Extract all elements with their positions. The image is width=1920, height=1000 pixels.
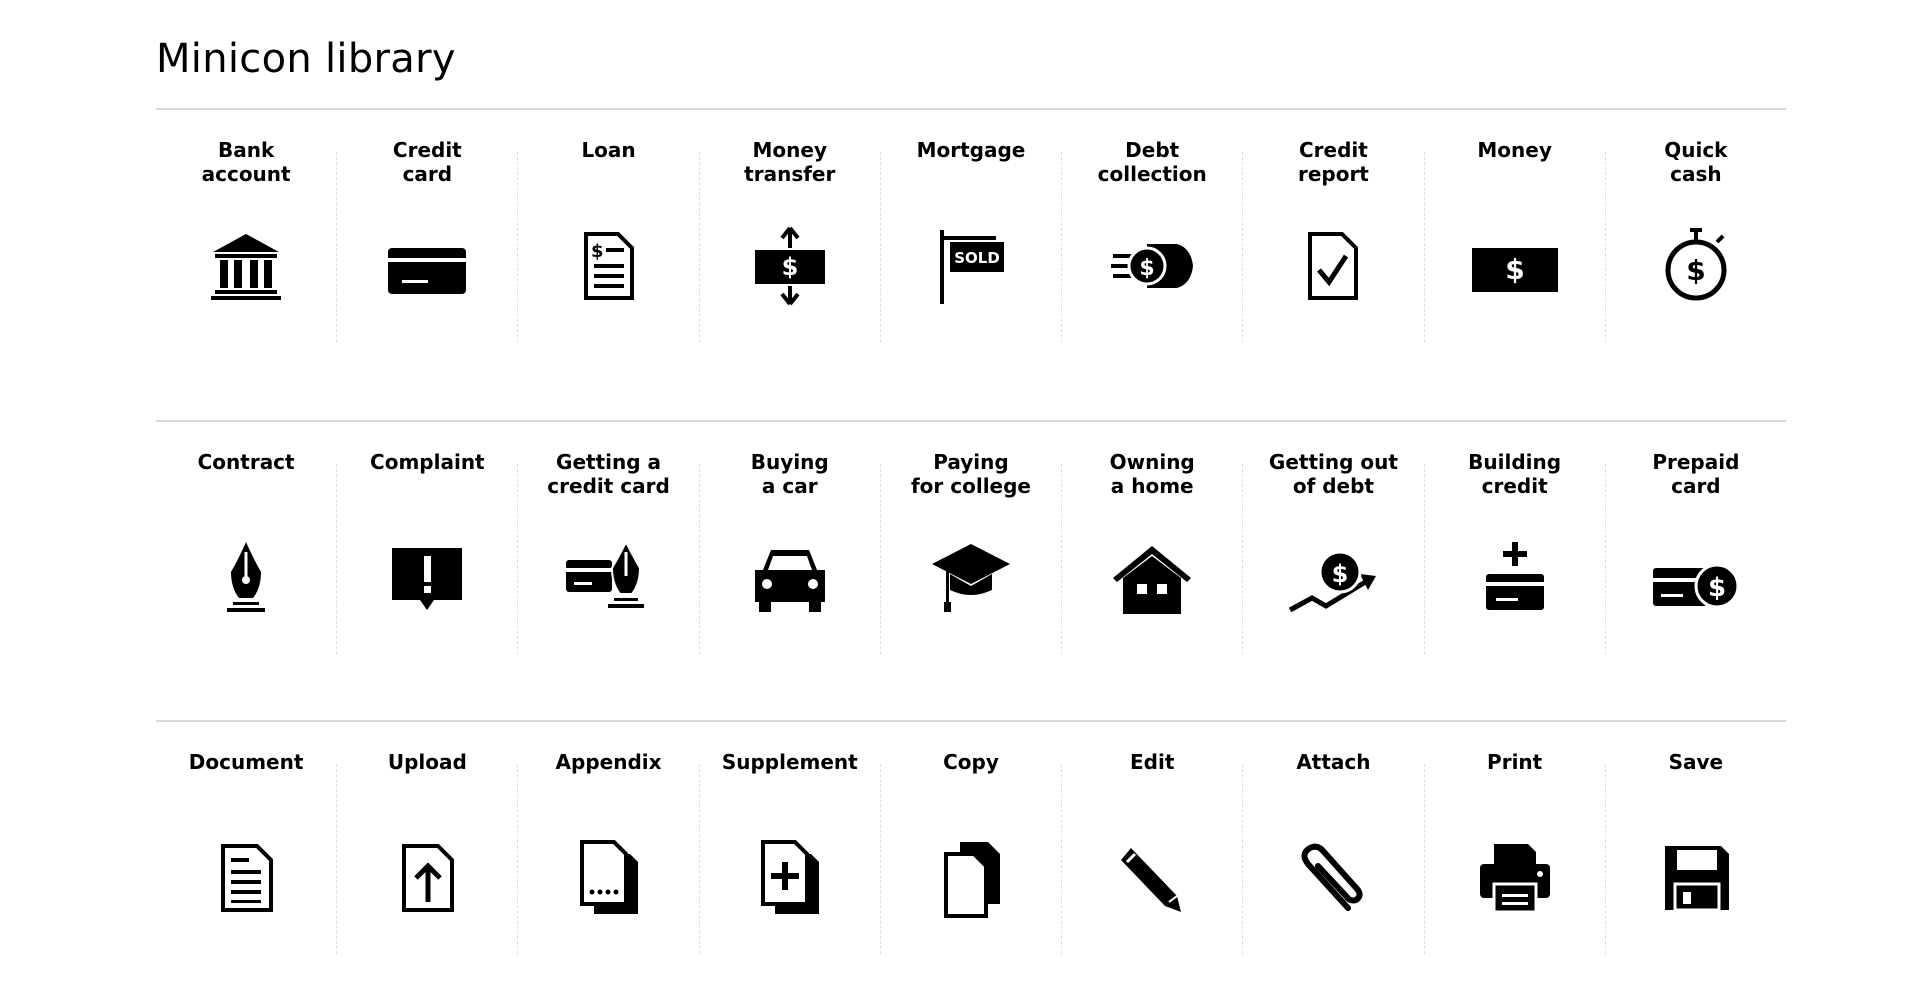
icon-label: Debt collection bbox=[1097, 138, 1207, 186]
svg-text:$: $ bbox=[1140, 256, 1155, 281]
mortgage-sold-sign-icon: SOLD bbox=[926, 226, 1016, 306]
icon-label: Getting out of debt bbox=[1268, 450, 1398, 498]
icon-label: Credit card bbox=[392, 138, 462, 186]
car-icon bbox=[745, 538, 835, 618]
icon-label: Edit bbox=[1130, 750, 1175, 774]
icon-label: Money bbox=[1477, 138, 1552, 162]
credit-report-icon bbox=[1288, 226, 1378, 306]
debt-collection-icon: $ bbox=[1107, 226, 1197, 306]
appendix-icon bbox=[564, 838, 654, 918]
icon-card: Mortgage SOLD bbox=[881, 138, 1063, 342]
svg-text:$: $ bbox=[1708, 573, 1726, 603]
icon-card: Appendix bbox=[518, 750, 700, 954]
icon-label: Loan bbox=[581, 138, 636, 162]
icon-label: Attach bbox=[1296, 750, 1371, 774]
paperclip-icon bbox=[1288, 838, 1378, 918]
sold-sign-text: SOLD bbox=[954, 249, 1000, 267]
icon-card: Money $ bbox=[1425, 138, 1606, 342]
icon-label: Appendix bbox=[555, 750, 662, 774]
getting-credit-card-icon bbox=[564, 538, 654, 618]
icon-card: Supplement bbox=[700, 750, 881, 954]
icon-card: Document bbox=[156, 750, 338, 954]
icon-label: Copy bbox=[943, 750, 999, 774]
pen-nib-icon bbox=[201, 538, 291, 618]
icon-card: Credit report bbox=[1243, 138, 1425, 342]
building-credit-icon bbox=[1470, 538, 1560, 618]
page-title: Minicon library bbox=[156, 36, 456, 82]
complaint-icon bbox=[382, 538, 472, 618]
icon-label: Print bbox=[1487, 750, 1543, 774]
printer-icon bbox=[1470, 838, 1560, 918]
icon-card: Copy bbox=[881, 750, 1063, 954]
icon-label: Credit report bbox=[1297, 138, 1369, 186]
icon-row-3: Document Upload Appendix Supplement Copy… bbox=[156, 720, 1786, 954]
icon-card: Bank account bbox=[156, 138, 338, 342]
credit-card-icon bbox=[382, 226, 472, 306]
svg-text:$: $ bbox=[1505, 253, 1524, 286]
icon-label: Supplement bbox=[721, 750, 858, 774]
icon-label: Quick cash bbox=[1664, 138, 1728, 186]
bank-icon bbox=[201, 226, 291, 306]
house-icon bbox=[1107, 538, 1197, 618]
icon-card: Buying a car bbox=[700, 450, 881, 654]
icon-label: Save bbox=[1668, 750, 1724, 774]
prepaid-card-icon: $ bbox=[1651, 538, 1741, 618]
icon-card: Prepaid card $ bbox=[1606, 450, 1786, 654]
svg-text:$: $ bbox=[591, 241, 604, 262]
icon-label: Document bbox=[188, 750, 304, 774]
icon-card: Owning a home bbox=[1062, 450, 1244, 654]
icon-card: Money transfer $ bbox=[700, 138, 881, 342]
document-icon bbox=[201, 838, 291, 918]
supplement-icon bbox=[745, 838, 835, 918]
icon-label: Buying a car bbox=[750, 450, 829, 498]
svg-text:$: $ bbox=[1332, 560, 1349, 588]
icon-card: Complaint bbox=[337, 450, 519, 654]
upload-icon bbox=[382, 838, 472, 918]
icon-card: Getting a credit card bbox=[518, 450, 700, 654]
icon-card: Print bbox=[1425, 750, 1606, 954]
icon-label: Contract bbox=[197, 450, 295, 474]
copy-icon bbox=[926, 838, 1016, 918]
icon-row-1: Bank account Credit card Loan $ Money tr… bbox=[156, 108, 1786, 342]
pencil-icon bbox=[1107, 838, 1197, 918]
icon-card: Upload bbox=[337, 750, 519, 954]
icon-card: Paying for college bbox=[881, 450, 1063, 654]
floppy-disk-icon bbox=[1651, 838, 1741, 918]
icon-card: Edit bbox=[1062, 750, 1244, 954]
icon-card: Getting out of debt $ bbox=[1243, 450, 1425, 654]
icon-card: Contract bbox=[156, 450, 338, 654]
icon-label: Prepaid card bbox=[1652, 450, 1740, 498]
icon-card: Building credit bbox=[1425, 450, 1606, 654]
icon-label: Mortgage bbox=[916, 138, 1026, 162]
getting-out-of-debt-icon: $ bbox=[1288, 538, 1378, 618]
icon-label: Complaint bbox=[370, 450, 485, 474]
icon-label: Money transfer bbox=[744, 138, 836, 186]
money-transfer-icon: $ bbox=[745, 226, 835, 306]
money-bill-icon: $ bbox=[1470, 226, 1560, 306]
svg-text:$: $ bbox=[1686, 254, 1705, 287]
icon-label: Owning a home bbox=[1109, 450, 1195, 498]
icon-row-2: Contract Complaint Getting a credit card… bbox=[156, 420, 1786, 654]
quick-cash-stopwatch-icon: $ bbox=[1651, 226, 1741, 306]
icon-label: Upload bbox=[387, 750, 467, 774]
icon-card: Attach bbox=[1243, 750, 1425, 954]
icon-label: Bank account bbox=[201, 138, 291, 186]
icon-card: Save bbox=[1606, 750, 1786, 954]
icon-label: Building credit bbox=[1468, 450, 1562, 498]
graduation-cap-icon bbox=[926, 538, 1016, 618]
icon-label: Getting a credit card bbox=[547, 450, 670, 498]
svg-text:$: $ bbox=[781, 253, 798, 281]
icon-card: Quick cash $ bbox=[1606, 138, 1786, 342]
icon-card: Credit card bbox=[337, 138, 519, 342]
icon-label: Paying for college bbox=[910, 450, 1031, 498]
loan-icon: $ bbox=[564, 226, 654, 306]
icon-card: Debt collection $ bbox=[1062, 138, 1244, 342]
icon-card: Loan $ bbox=[518, 138, 700, 342]
